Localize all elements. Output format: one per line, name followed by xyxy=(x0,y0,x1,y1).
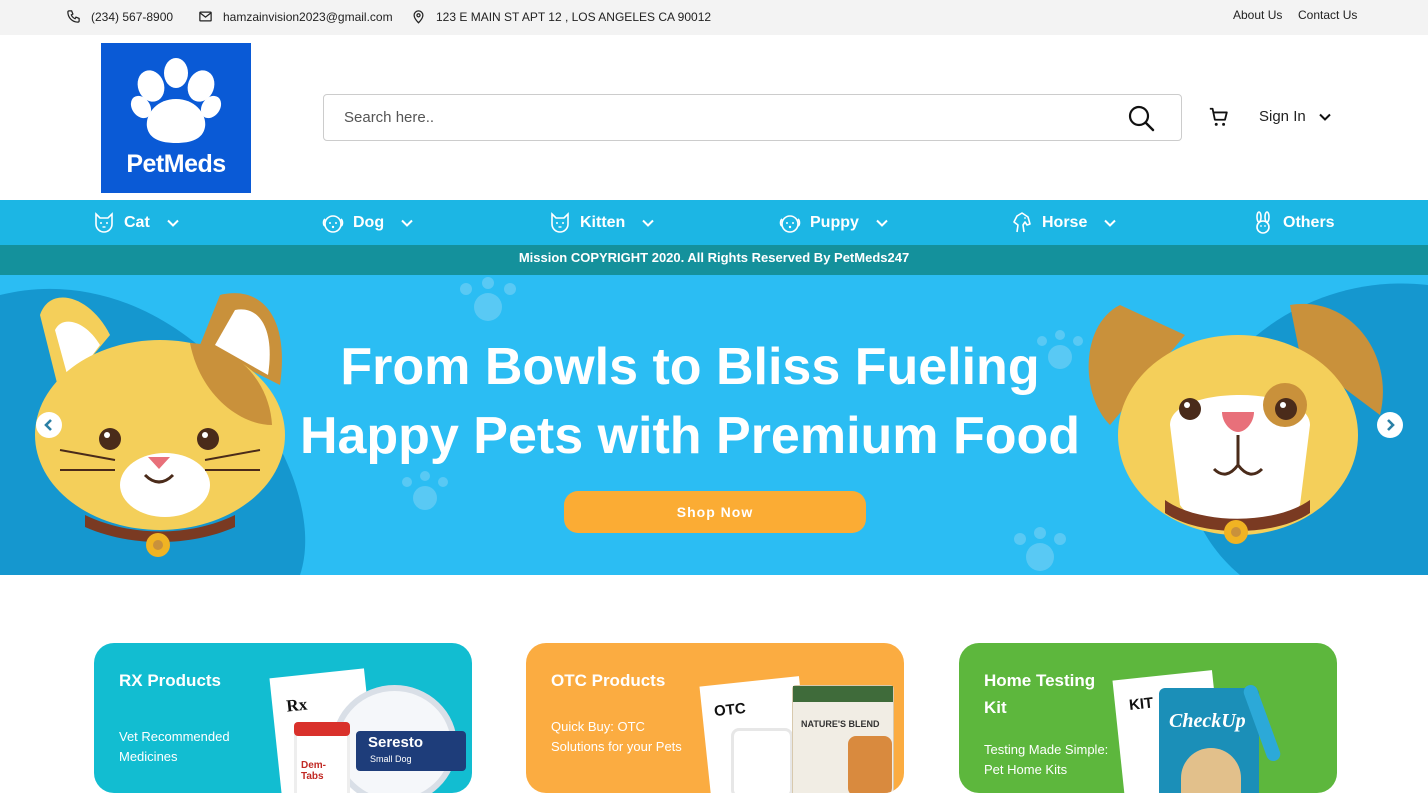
nav-label: Others xyxy=(1283,213,1335,231)
shop-now-button[interactable]: Shop Now xyxy=(564,491,866,533)
address-contact: 123 E MAIN ST APT 12 , LOS ANGELES CA 90… xyxy=(411,9,711,24)
nav-item-cat[interactable]: Cat xyxy=(92,200,180,245)
search-icon[interactable] xyxy=(1127,104,1155,132)
search-box xyxy=(323,94,1182,141)
logo-text: PetMeds xyxy=(126,150,226,178)
search-input[interactable] xyxy=(344,95,1104,140)
carousel-next-button[interactable] xyxy=(1377,412,1403,438)
email-contact[interactable]: hamzainvision2023@gmail.com xyxy=(198,9,393,24)
card-description: Vet Recommended Medicines xyxy=(119,729,230,764)
mail-icon xyxy=(199,11,212,22)
nav-item-dog[interactable]: Dog xyxy=(321,200,414,245)
chevron-down-icon xyxy=(642,219,655,227)
chevron-down-icon xyxy=(167,219,179,227)
cart-icon[interactable] xyxy=(1208,106,1230,128)
phone-number: (234) 567-8900 xyxy=(91,9,174,24)
nav-item-puppy[interactable]: Puppy xyxy=(778,200,889,245)
chevron-down-icon xyxy=(876,219,888,227)
street-address: 123 E MAIN ST APT 12 , LOS ANGELES CA 90… xyxy=(436,9,712,24)
sign-in-menu[interactable]: Sign In xyxy=(1259,108,1332,125)
rx-products-card[interactable]: RX Products Vet Recommended Medicines Rx… xyxy=(94,643,472,793)
nav-item-others[interactable]: Others xyxy=(1251,200,1335,245)
hero-banner: From Bowls to Bliss Fueling Happy Pets w… xyxy=(0,275,1428,575)
paw-logo-icon xyxy=(130,58,222,143)
card-title: OTC Products xyxy=(551,671,666,690)
phone-contact[interactable]: (234) 567-8900 xyxy=(66,9,173,24)
phone-icon xyxy=(67,10,80,23)
seresto-tag: Seresto Small Dog xyxy=(356,731,466,771)
nav-item-horse[interactable]: Horse xyxy=(1010,200,1117,245)
hero-title-line1: From Bowls to Bliss Fueling xyxy=(340,338,1040,396)
otc-bottle xyxy=(731,728,793,793)
nav-label: Cat xyxy=(124,213,150,231)
otc-label: OTC xyxy=(713,699,747,721)
carousel-prev-button[interactable] xyxy=(36,412,62,438)
chevron-down-icon xyxy=(401,219,413,227)
kitten-icon xyxy=(551,211,569,233)
location-pin-icon xyxy=(413,10,424,24)
chevron-right-icon xyxy=(1387,419,1395,431)
contact-us-link[interactable]: Contact Us xyxy=(1298,8,1357,22)
card-description: Testing Made Simple: Pet Home Kits xyxy=(984,742,1109,777)
nav-item-kitten[interactable]: Kitten xyxy=(548,200,655,245)
otc-products-card[interactable]: OTC Products Quick Buy: OTC Solutions fo… xyxy=(526,643,904,793)
sign-in-label: Sign In xyxy=(1259,108,1306,125)
card-title: Home Testing Kit xyxy=(984,671,1096,717)
home-testing-kit-card[interactable]: Home Testing Kit Testing Made Simple: Pe… xyxy=(959,643,1337,793)
nav-label: Horse xyxy=(1042,213,1088,231)
chevron-left-icon xyxy=(44,419,52,431)
rabbit-icon xyxy=(1256,210,1270,234)
about-us-link[interactable]: About Us xyxy=(1233,8,1282,22)
copyright-notice: Mission COPYRIGHT 2020. All Rights Reser… xyxy=(0,245,1428,275)
card-title: RX Products xyxy=(119,671,222,690)
nav-label: Kitten xyxy=(580,213,626,231)
card-description: Quick Buy: OTC Solutions for your Pets xyxy=(551,719,682,754)
natures-blend-pouch: NATURE'S BLEND xyxy=(792,685,894,793)
puppy-icon xyxy=(779,214,801,233)
chevron-down-icon xyxy=(1104,219,1117,227)
nav-label: Dog xyxy=(353,213,385,231)
rx-label: Rx xyxy=(285,694,309,716)
cat-icon xyxy=(95,211,113,233)
hero-title-line2: Happy Pets with Premium Food xyxy=(299,407,1081,465)
checkup-kit: CheckUp xyxy=(1159,688,1259,793)
dog-icon xyxy=(322,214,344,233)
category-nav: Cat Dog Kitten Puppy Horse Others xyxy=(0,200,1428,245)
email-address: hamzainvision2023@gmail.com xyxy=(223,9,393,24)
petmeds-logo[interactable]: PetMeds xyxy=(101,43,251,193)
kit-label: KIT xyxy=(1128,694,1155,714)
top-info-bar: (234) 567-8900 hamzainvision2023@gmail.c… xyxy=(0,0,1428,35)
horse-icon xyxy=(1013,211,1031,232)
chevron-down-icon xyxy=(1318,113,1331,121)
nav-label: Puppy xyxy=(810,213,859,231)
dem-tabs-bottle: Dem-Tabs xyxy=(294,722,350,793)
